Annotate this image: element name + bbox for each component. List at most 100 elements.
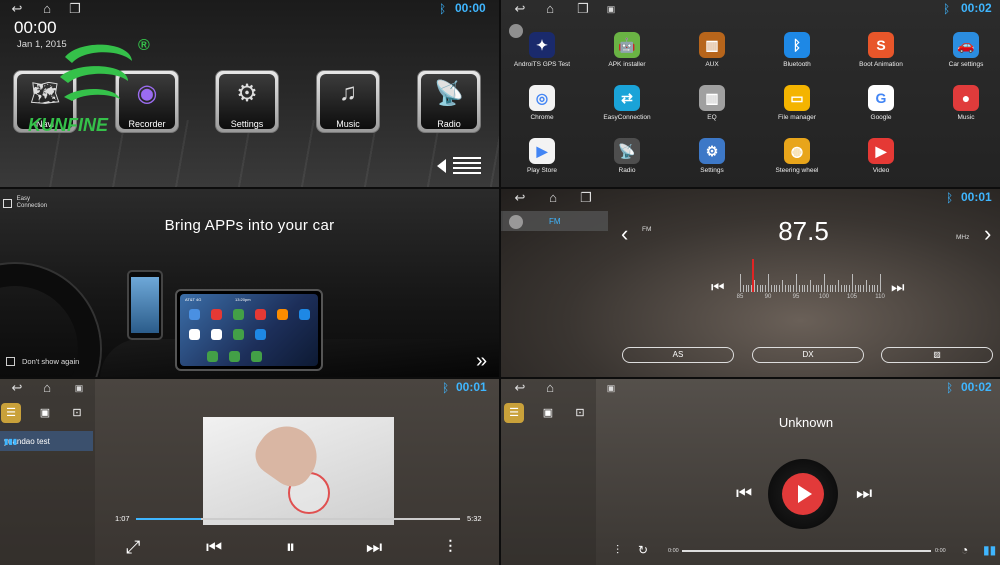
next-icon[interactable]: ⏭: [366, 537, 382, 558]
background-button[interactable]: ▨: [881, 347, 993, 363]
tile-radio[interactable]: 📡 Radio: [417, 70, 481, 133]
tuner-scale[interactable]: 85 90 95 100 105 110: [735, 259, 885, 304]
tuner-tick: [776, 285, 778, 292]
back-icon[interactable]: ↩: [513, 381, 527, 395]
seek-bar[interactable]: [136, 518, 460, 520]
app-steering-wheel[interactable]: ◍ Steering wheel: [762, 138, 832, 174]
tuner-tick: [782, 280, 783, 292]
back-icon[interactable]: ↩: [10, 381, 24, 395]
app-label: AUX: [705, 61, 719, 68]
next-station-icon[interactable]: ⏭: [891, 279, 905, 296]
app-easyconnection[interactable]: ⇄ EasyConnection: [592, 85, 662, 121]
app-chrome[interactable]: ◎ Chrome: [507, 85, 577, 121]
app-android[interactable]: 🤖 APK installer: [592, 32, 662, 68]
tuner-tick: [835, 285, 837, 292]
seek-down-icon[interactable]: ‹: [621, 221, 628, 247]
playlist-list-icon[interactable]: ☰: [1, 403, 21, 423]
tuner-tick: [832, 285, 834, 292]
previous-icon[interactable]: ⏮: [206, 537, 222, 558]
screenshot-icon[interactable]: ▣: [604, 2, 618, 16]
play-button[interactable]: [782, 473, 824, 515]
tuner-tick: [773, 285, 775, 292]
as-button[interactable]: AS: [622, 347, 734, 363]
app-icon: [255, 329, 266, 340]
dx-button[interactable]: DX: [752, 347, 864, 363]
app-eq[interactable]: ▥ EQ: [677, 85, 747, 121]
back-icon[interactable]: ↩: [513, 2, 527, 16]
video-frame[interactable]: [203, 414, 394, 525]
unit-label: MHz: [956, 234, 970, 241]
status-bar: ↩ ⌂ ❐ ᛒ 00:01: [501, 189, 1000, 207]
previous-icon[interactable]: ⏮: [736, 483, 752, 504]
home-icon[interactable]: ⌂: [543, 381, 557, 395]
app-car-settings[interactable]: 🚗 Car settings: [931, 32, 1000, 68]
tab-fm-label: FM: [549, 217, 561, 226]
app-gps[interactable]: ✦ AndroiTS GPS Test: [507, 32, 577, 68]
easy-connection-screen: Easy Connection Bring APPs into your car…: [0, 189, 499, 377]
multi-screen-collage: ↩ ⌂ ❐ ᛒ 00:00 00:00 Jan 1, 2015 🗺 Navi ◉…: [0, 0, 1000, 565]
app-bluetooth[interactable]: ᛒ Bluetooth: [762, 32, 832, 68]
app-settings-app[interactable]: ⚙ Settings: [677, 138, 747, 174]
app-video[interactable]: ▶ Video: [846, 138, 916, 174]
app-drawer: ↩ ⌂ ❐ ▣ ᛒ 00:02 ✦ AndroiTS GPS Test 🤖 APK i…: [501, 0, 1000, 187]
seek-bar[interactable]: [682, 550, 931, 552]
app-folder[interactable]: ▭ File manager: [762, 85, 832, 121]
recent-apps-icon[interactable]: ❐: [68, 2, 82, 16]
floating-dot-button[interactable]: [509, 215, 523, 229]
fullscreen-icon[interactable]: ⤢: [126, 537, 140, 558]
storage-card-icon[interactable]: ▣: [538, 403, 558, 423]
screenshot-icon[interactable]: ▣: [72, 381, 86, 395]
total-time: 0:00: [935, 548, 946, 554]
tuner-tick: [754, 280, 755, 292]
prev-station-icon[interactable]: ⏮: [711, 279, 725, 296]
next-arrow-icon[interactable]: »: [476, 350, 487, 373]
tuner-tick: [759, 285, 761, 292]
dont-show-checkbox[interactable]: [6, 357, 15, 366]
tuner-tick: [807, 285, 809, 292]
all-apps-button[interactable]: [435, 153, 485, 179]
back-icon[interactable]: ↩: [513, 191, 527, 205]
tuner-tick: [857, 285, 859, 292]
repeat-icon[interactable]: ↻: [638, 543, 648, 557]
home-icon[interactable]: ⌂: [40, 381, 54, 395]
app-play-store[interactable]: ▶ Play Store: [507, 138, 577, 174]
home-icon[interactable]: ⌂: [40, 2, 54, 16]
app-aux[interactable]: ▥ AUX: [677, 32, 747, 68]
screenshot-icon[interactable]: ▣: [604, 381, 618, 395]
home-icon[interactable]: ⌂: [543, 2, 557, 16]
storage-card-icon[interactable]: ▣: [35, 403, 55, 423]
usb-icon[interactable]: ⊡: [67, 403, 87, 423]
status-bar: ↩ ⌂ ❐ ᛒ 00:00: [0, 0, 499, 18]
easyconnection-logo-icon: [3, 198, 12, 208]
equalizer-icon[interactable]: ⫶: [448, 537, 453, 558]
app-radio-app[interactable]: 📡 Radio: [592, 138, 662, 174]
app-label: Radio: [618, 167, 636, 174]
timer-icon[interactable]: ◔: [961, 543, 968, 557]
tuner-tick: [787, 285, 789, 292]
usb-icon[interactable]: ⊡: [570, 403, 590, 423]
tile-label: Radio: [437, 119, 461, 129]
pause-icon[interactable]: ⏸: [286, 537, 295, 558]
tuner-tick: [880, 274, 881, 292]
tuner-tick: [826, 285, 828, 292]
radio-icon: 📡: [434, 80, 464, 107]
tuner-scale-label: 100: [818, 294, 830, 300]
playlist-list-icon[interactable]: ☰: [504, 403, 524, 423]
track-title: Unknown: [778, 415, 834, 430]
recent-apps-icon[interactable]: ❐: [579, 191, 593, 205]
tile-settings[interactable]: ⚙ Settings: [215, 70, 279, 133]
tile-music[interactable]: ♫ Music: [316, 70, 380, 133]
seek-up-icon[interactable]: ›: [984, 221, 991, 247]
playlist-item[interactable]: yuandao test ▮▮▮: [0, 431, 93, 451]
back-icon[interactable]: ↩: [10, 2, 24, 16]
app-music-app[interactable]: ● Music: [931, 85, 1000, 121]
next-icon[interactable]: ⏭: [856, 483, 872, 504]
app-boot-animation[interactable]: S Boot Animation: [846, 32, 916, 68]
video-player-screen: ↩ ⌂ ▣ ᛒ 00:01 ☰ ▣ ⊡ yuandao test ▮▮▮ 1:0…: [0, 379, 499, 565]
recent-apps-icon[interactable]: ❐: [576, 2, 590, 16]
home-icon[interactable]: ⌂: [546, 191, 560, 205]
app-google[interactable]: G Google: [846, 85, 916, 121]
equalizer-icon[interactable]: ⫶: [616, 543, 619, 558]
app-label: File manager: [778, 114, 816, 121]
spectrum-icon[interactable]: ▮▮: [983, 543, 996, 557]
